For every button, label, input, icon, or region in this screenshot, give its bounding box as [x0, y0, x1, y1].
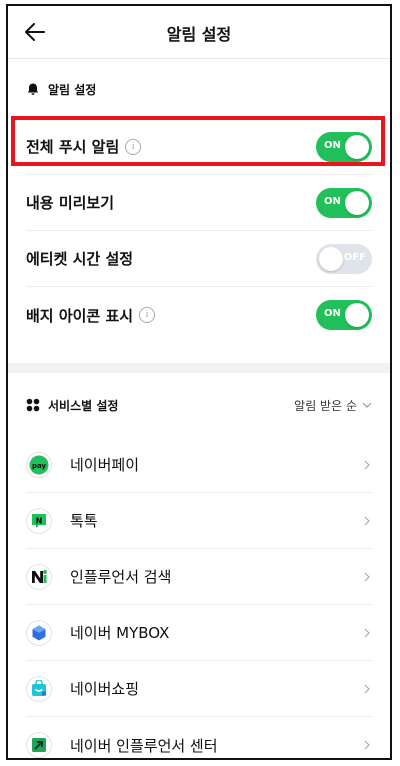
talktalk-icon: N: [26, 507, 52, 534]
chevron-right-icon: [364, 740, 370, 750]
service-label: 인플루언서 검색: [70, 568, 172, 586]
info-icon[interactable]: i: [139, 307, 156, 323]
settings-screen: 알림 설정 알림 설정 전체 푸시 알림 i ON 내용 미리보기 ON 에티켓…: [6, 4, 392, 760]
service-item-naver-shopping[interactable]: 네이버쇼핑: [26, 661, 372, 717]
toggle-state: ON: [324, 139, 341, 151]
setting-row-badge: 배지 아이콘 표시 i ON: [26, 287, 372, 343]
toggle-knob: [345, 134, 369, 159]
setting-label: 에티켓 시간 설정: [26, 250, 134, 268]
push-all-toggle[interactable]: ON: [316, 131, 372, 162]
info-icon[interactable]: i: [125, 138, 142, 155]
setting-label: 배지 아이콘 표시: [26, 306, 134, 325]
n-text: N: [36, 516, 43, 525]
influencer-search-icon: [26, 563, 52, 590]
toggle-state: ON: [324, 308, 341, 319]
chevron-right-icon: [364, 572, 370, 581]
service-item-talktalk[interactable]: N 톡톡: [26, 493, 372, 549]
service-item-mybox[interactable]: 네이버 MYBOX: [26, 605, 372, 661]
page-title: 알림 설정: [166, 25, 232, 44]
setting-label: 전체 푸시 알림: [26, 138, 120, 156]
service-section-header: 서비스별 설정 알림 받은 순: [8, 373, 390, 437]
setting-label: 내용 미리보기: [26, 194, 115, 212]
setting-row-etiquette: 에티켓 시간 설정 OFF: [26, 231, 372, 287]
naver-shopping-icon: [26, 675, 52, 702]
bell-icon: [27, 83, 39, 95]
chevron-right-icon: [364, 516, 370, 525]
service-label: 톡톡: [70, 512, 98, 530]
service-section-title: 서비스별 설정: [48, 398, 119, 413]
pay-text: pay: [32, 462, 47, 470]
service-item-influencer-search[interactable]: 인플루언서 검색: [26, 549, 372, 605]
setting-row-preview: 내용 미리보기 ON: [26, 175, 372, 231]
service-label: 네이버 인플루언서 센터: [70, 736, 218, 755]
grid-icon: [26, 398, 40, 412]
service-label: 네이버페이: [70, 456, 140, 474]
toggle-state: OFF: [343, 251, 366, 263]
etiquette-toggle[interactable]: OFF: [316, 243, 372, 274]
toggle-knob: [319, 246, 343, 271]
chevron-right-icon: [364, 460, 370, 469]
mybox-icon: [26, 619, 52, 646]
toggle-knob: [345, 190, 369, 215]
notification-section-header: 알림 설정: [8, 59, 390, 119]
toggle-state: ON: [324, 195, 341, 207]
notification-list: 전체 푸시 알림 i ON 내용 미리보기 ON 에티켓 시간 설정 OFF 배…: [8, 119, 390, 343]
notification-section-title: 알림 설정: [48, 82, 97, 97]
service-item-influencer-center[interactable]: 네이버 인플루언서 센터: [26, 717, 372, 758]
section-divider: [8, 363, 390, 373]
sort-label: 알림 받은 순: [294, 398, 357, 413]
service-item-naver-pay[interactable]: pay 네이버페이: [26, 437, 372, 493]
naver-pay-icon: pay: [26, 451, 52, 478]
influencer-center-icon: [26, 732, 52, 758]
preview-toggle[interactable]: ON: [316, 187, 372, 218]
toggle-knob: [345, 303, 369, 327]
header: 알림 설정: [8, 6, 390, 59]
service-label: 네이버쇼핑: [70, 680, 140, 698]
badge-toggle[interactable]: ON: [316, 300, 372, 330]
service-label: 네이버 MYBOX: [70, 624, 170, 642]
chevron-right-icon: [364, 684, 370, 693]
chevron-down-icon: [362, 402, 372, 408]
service-list: pay 네이버페이 N 톡톡 인플루언서 검색 네이버 MYBOX 네이버쇼핑 …: [8, 437, 390, 758]
setting-row-push-all: 전체 푸시 알림 i ON: [26, 119, 372, 175]
chevron-right-icon: [364, 628, 370, 637]
sort-dropdown[interactable]: 알림 받은 순: [294, 397, 372, 414]
